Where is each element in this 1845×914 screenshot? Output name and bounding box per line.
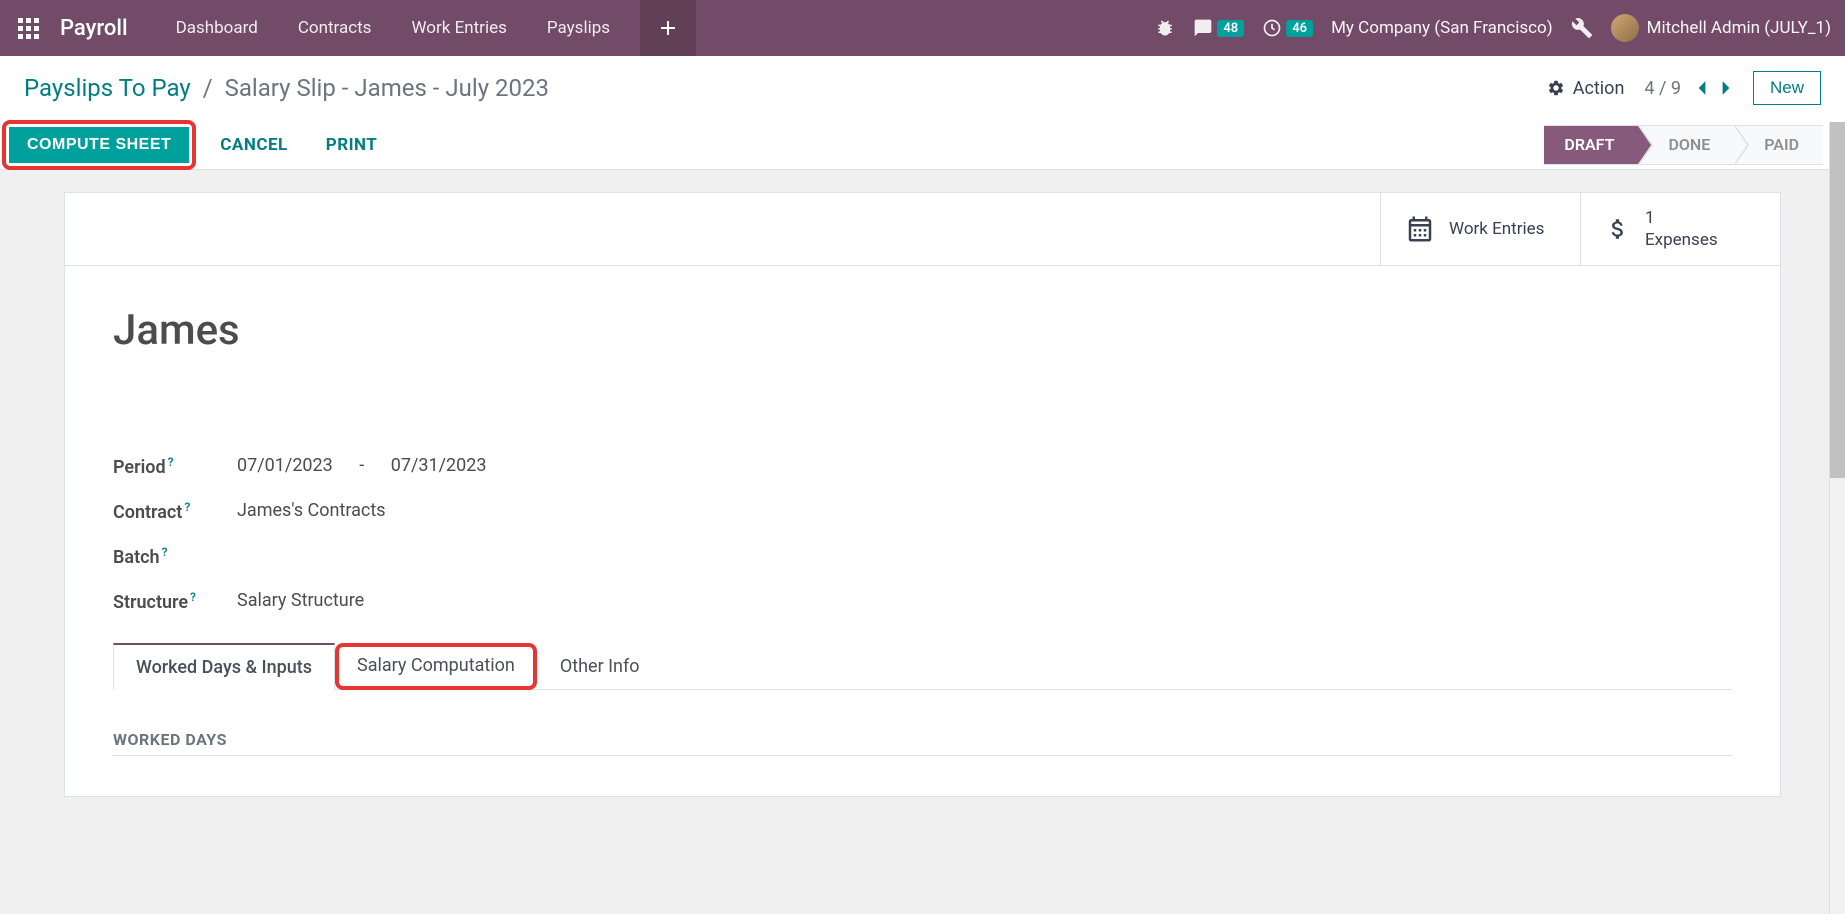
expenses-stat-button[interactable]: 1 Expenses xyxy=(1580,193,1780,265)
activities-button[interactable]: 46 xyxy=(1262,18,1313,38)
messages-badge: 48 xyxy=(1217,20,1244,37)
field-contract: Contract? James's Contracts xyxy=(113,500,1732,523)
user-name: Mitchell Admin (JULY_1) xyxy=(1647,18,1831,38)
activities-badge: 46 xyxy=(1286,20,1313,37)
breadcrumb-parent[interactable]: Payslips To Pay xyxy=(24,74,191,102)
content: Work Entries 1 Expenses James Period? xyxy=(0,170,1845,797)
gear-icon xyxy=(1547,79,1565,97)
support-button[interactable] xyxy=(1571,17,1593,39)
top-nav: Payroll Dashboard Contracts Work Entries… xyxy=(0,0,1845,56)
batch-label: Batch xyxy=(113,547,160,568)
nav-contracts[interactable]: Contracts xyxy=(278,0,392,56)
record-title: James xyxy=(113,306,1732,355)
calendar-icon xyxy=(1405,214,1435,244)
nav-new-tab-button[interactable] xyxy=(640,0,696,56)
work-entries-stat-button[interactable]: Work Entries xyxy=(1380,193,1580,265)
debug-icon[interactable] xyxy=(1155,18,1175,38)
status-draft[interactable]: DRAFT xyxy=(1544,125,1638,165)
scrollbar[interactable] xyxy=(1829,122,1845,914)
compute-sheet-button[interactable]: COMPUTE SHEET xyxy=(9,127,189,163)
nav-payslips[interactable]: Payslips xyxy=(527,0,630,56)
compute-highlight: COMPUTE SHEET xyxy=(2,120,196,170)
tab-other-info[interactable]: Other Info xyxy=(537,643,663,690)
contract-value[interactable]: James's Contracts xyxy=(237,500,386,523)
apps-menu-icon[interactable] xyxy=(0,0,56,56)
wrench-icon xyxy=(1571,17,1593,39)
nav-menu: Dashboard Contracts Work Entries Payslip… xyxy=(156,0,696,56)
user-menu[interactable]: Mitchell Admin (JULY_1) xyxy=(1611,14,1831,42)
pager-count[interactable]: 4 / 9 xyxy=(1644,78,1681,99)
action-label: Action xyxy=(1573,78,1625,99)
nav-right: 48 46 My Company (San Francisco) Mitchel… xyxy=(1155,14,1845,42)
status-bar: DRAFT DONE PAID xyxy=(1544,125,1823,165)
breadcrumb-current: Salary Slip - James - July 2023 xyxy=(225,74,549,102)
period-sep: - xyxy=(337,455,386,476)
pager-prev[interactable] xyxy=(1695,79,1709,97)
cancel-button[interactable]: CANCEL xyxy=(206,135,301,155)
company-selector[interactable]: My Company (San Francisco) xyxy=(1331,18,1553,38)
dollar-icon xyxy=(1605,214,1631,244)
tabs: Worked Days & Inputs Salary Computation … xyxy=(113,643,1732,690)
tab-salary-computation[interactable]: Salary Computation xyxy=(335,643,537,690)
scrollbar-thumb[interactable] xyxy=(1830,122,1845,478)
period-to[interactable]: 07/31/2023 xyxy=(391,455,487,476)
nav-dashboard[interactable]: Dashboard xyxy=(156,0,278,56)
plus-icon xyxy=(660,20,676,36)
breadcrumb-bar: Payslips To Pay / Salary Slip - James - … xyxy=(0,56,1845,120)
breadcrumb-sep: / xyxy=(203,74,213,102)
help-icon[interactable]: ? xyxy=(184,500,190,514)
pager: 4 / 9 xyxy=(1644,78,1733,99)
structure-value[interactable]: Salary Structure xyxy=(237,590,364,613)
bug-icon xyxy=(1155,18,1175,38)
form-body: James Period? 07/01/2023 - 07/31/2023 Co… xyxy=(65,266,1780,796)
contract-label: Contract xyxy=(113,502,182,523)
structure-label: Structure xyxy=(113,592,188,613)
period-from[interactable]: 07/01/2023 xyxy=(237,455,333,476)
action-dropdown[interactable]: Action xyxy=(1547,78,1625,99)
avatar xyxy=(1611,14,1639,42)
actions-bar: COMPUTE SHEET CANCEL PRINT DRAFT DONE PA… xyxy=(0,120,1845,170)
help-icon[interactable]: ? xyxy=(168,455,174,469)
field-batch: Batch? xyxy=(113,545,1732,568)
nav-work-entries[interactable]: Work Entries xyxy=(391,0,526,56)
breadcrumb-controls: Action 4 / 9 New xyxy=(1547,71,1821,105)
expenses-label: Expenses xyxy=(1645,229,1718,251)
chevron-left-icon xyxy=(1695,79,1709,97)
breadcrumb: Payslips To Pay / Salary Slip - James - … xyxy=(24,74,549,102)
form-sheet: Work Entries 1 Expenses James Period? xyxy=(64,192,1781,797)
new-button[interactable]: New xyxy=(1753,71,1821,105)
stat-buttons: Work Entries 1 Expenses xyxy=(65,193,1780,266)
chat-icon xyxy=(1193,18,1213,38)
worked-days-heading: WORKED DAYS xyxy=(113,730,1732,756)
field-period: Period? 07/01/2023 - 07/31/2023 xyxy=(113,455,1732,478)
pager-next[interactable] xyxy=(1719,79,1733,97)
print-button[interactable]: PRINT xyxy=(312,135,392,155)
expenses-count: 1 xyxy=(1645,207,1718,229)
chevron-right-icon xyxy=(1719,79,1733,97)
help-icon[interactable]: ? xyxy=(190,590,196,604)
clock-icon xyxy=(1262,18,1282,38)
tab-worked-days[interactable]: Worked Days & Inputs xyxy=(113,643,335,690)
tab-content: WORKED DAYS xyxy=(113,690,1732,776)
field-structure: Structure? Salary Structure xyxy=(113,590,1732,613)
app-title[interactable]: Payroll xyxy=(56,16,156,41)
work-entries-stat-label: Work Entries xyxy=(1449,218,1544,240)
help-icon[interactable]: ? xyxy=(162,545,168,559)
messages-button[interactable]: 48 xyxy=(1193,18,1244,38)
period-label: Period xyxy=(113,457,166,478)
